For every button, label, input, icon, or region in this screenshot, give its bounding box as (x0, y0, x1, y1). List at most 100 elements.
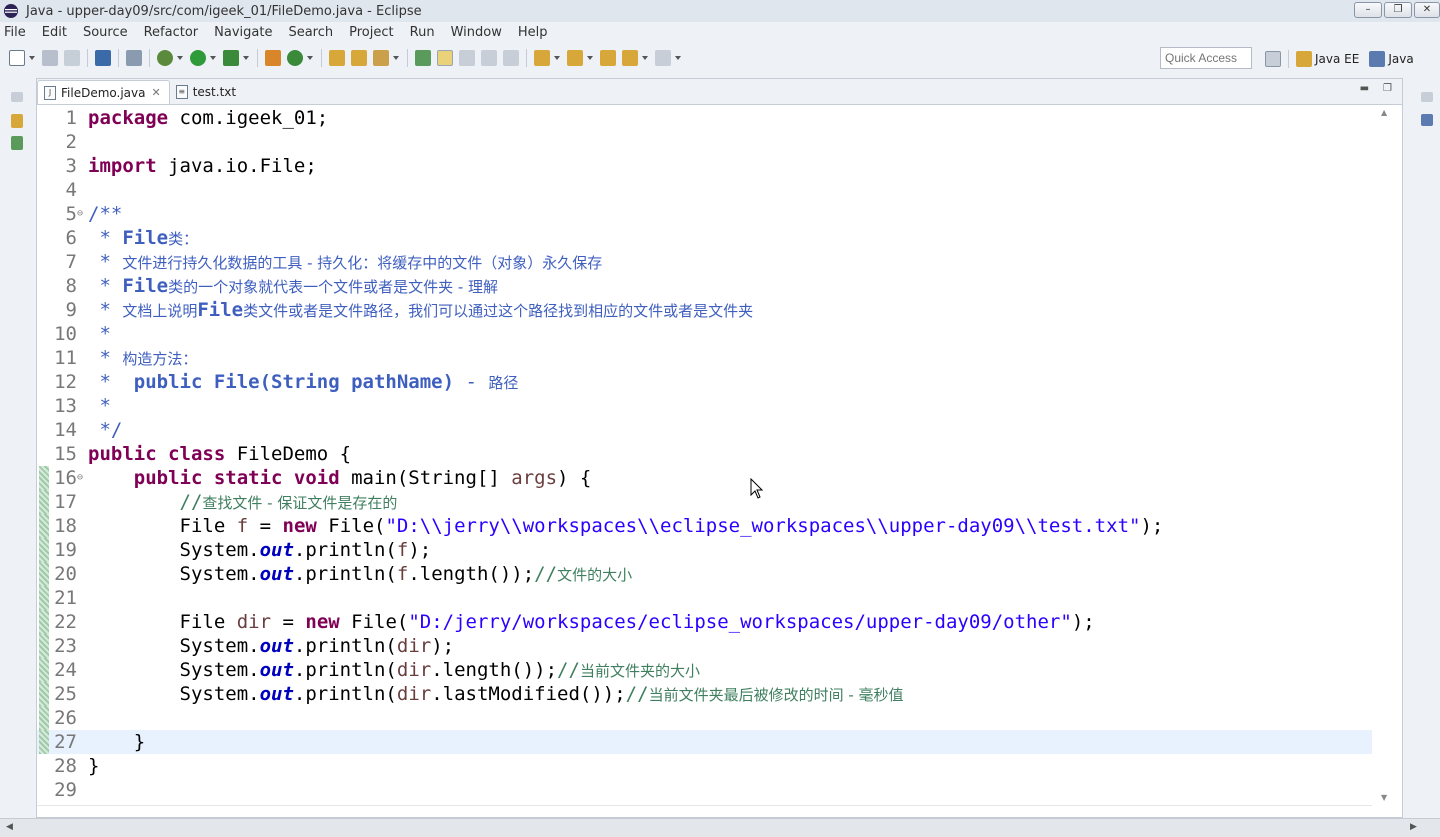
open-perspective-icon[interactable] (1265, 51, 1281, 67)
java-ee-perspective-icon[interactable] (1296, 51, 1312, 67)
code-line[interactable]: 19 System.out.println(f); (37, 538, 1372, 562)
run-icon[interactable] (190, 50, 206, 66)
next-annotation-dropdown-icon[interactable] (554, 56, 560, 60)
code-line[interactable]: 28} (37, 754, 1372, 778)
menu-help[interactable]: Help (510, 25, 556, 40)
code-line[interactable]: 16 ⊖ public static void main(String[] arg… (37, 466, 1372, 490)
minimize-button[interactable]: – (1354, 2, 1382, 18)
code-line[interactable]: 8 * File类的一个对象就代表一个文件或者是文件夹 - 理解 (37, 274, 1372, 298)
new-java-project-icon[interactable] (265, 50, 281, 66)
code-line[interactable]: 4 (37, 178, 1372, 202)
code-line[interactable]: 3 import java.io.File; (37, 154, 1372, 178)
menu-project[interactable]: Project (341, 25, 401, 40)
perspective-java[interactable]: Java (1388, 52, 1413, 66)
code-line[interactable]: 22 File dir = new File("D:/jerry/workspa… (37, 610, 1372, 634)
code-line[interactable]: 13 * (37, 394, 1372, 418)
menu-edit[interactable]: Edit (34, 25, 75, 40)
show-whitespace-icon[interactable] (481, 50, 497, 66)
toggle-ant-icon[interactable] (415, 50, 431, 66)
menu-file[interactable]: File (0, 25, 34, 40)
java-perspective-icon[interactable] (1369, 51, 1386, 67)
back-dropdown-icon[interactable] (642, 56, 648, 60)
last-edit-location-icon[interactable] (600, 50, 616, 66)
code-line[interactable]: 24 System.out.println(dir.length());//当前… (37, 658, 1372, 682)
save-all-icon[interactable] (64, 50, 80, 66)
code-line[interactable]: 10 * (37, 322, 1372, 346)
fold-toggle-icon[interactable]: ⊖ (77, 466, 87, 490)
forward-dropdown-icon[interactable] (675, 56, 681, 60)
run-dropdown-icon[interactable] (210, 56, 216, 60)
code-line[interactable]: 14 */ (37, 418, 1372, 442)
code-line[interactable]: 18 File f = new File("D:\\jerry\\workspa… (37, 514, 1372, 538)
menu-source[interactable]: Source (75, 25, 136, 40)
toggle-block-selection-icon[interactable] (459, 50, 475, 66)
restore-view-icon[interactable] (11, 92, 23, 102)
back-icon[interactable] (622, 50, 638, 66)
code-line[interactable]: 12 * public File(String pathName) - 路径 (37, 370, 1372, 394)
search-icon[interactable] (373, 50, 389, 66)
previous-annotation-icon[interactable] (567, 50, 583, 66)
code-line[interactable]: 5 ⊖/** (37, 202, 1372, 226)
quick-access-input[interactable] (1160, 47, 1252, 69)
menu-window[interactable]: Window (443, 25, 510, 40)
scroll-down-arrow-icon[interactable]: ▼ (1381, 793, 1387, 802)
debug-icon[interactable] (157, 50, 173, 66)
code-line[interactable]: 21 (37, 586, 1372, 610)
forward-icon[interactable] (655, 50, 671, 66)
scroll-left-arrow-icon[interactable]: ◀ (6, 822, 13, 832)
outline-view-icon[interactable] (1421, 114, 1433, 126)
menu-refactor[interactable]: Refactor (136, 25, 207, 40)
previous-annotation-dropdown-icon[interactable] (587, 56, 593, 60)
close-tab-icon[interactable]: ✕ (151, 86, 160, 99)
search-dropdown-icon[interactable] (393, 56, 399, 60)
fold-toggle-icon[interactable]: ⊖ (77, 202, 87, 226)
new-class-dropdown-icon[interactable] (307, 56, 313, 60)
external-tools-icon[interactable] (223, 50, 239, 66)
debug-dropdown-icon[interactable] (177, 56, 183, 60)
code-line[interactable]: 25 System.out.println(dir.lastModified()… (37, 682, 1372, 706)
new-dropdown-icon[interactable] (29, 56, 35, 60)
open-task-icon[interactable] (351, 50, 367, 66)
minimize-editor-icon[interactable]: ▬ (1360, 83, 1369, 94)
open-console-icon[interactable] (95, 50, 111, 66)
code-line[interactable]: 6 * File类： (37, 226, 1372, 250)
code-line[interactable]: 27 } (37, 730, 1372, 754)
menu-run[interactable]: Run (402, 25, 443, 40)
restore-right-view-icon[interactable] (1421, 92, 1433, 102)
code-line[interactable]: 2 (37, 130, 1372, 154)
scroll-right-arrow-icon[interactable]: ▶ (1410, 822, 1417, 832)
external-tools-dropdown-icon[interactable] (243, 56, 249, 60)
tab-test-txt[interactable]: ≡ test.txt (170, 80, 244, 104)
code-line[interactable]: 11 * 构造方法： (37, 346, 1372, 370)
skip-breakpoints-icon[interactable] (126, 50, 142, 66)
type-hierarchy-icon[interactable] (11, 136, 23, 150)
code-line[interactable]: 23 System.out.println(dir); (37, 634, 1372, 658)
maximize-button[interactable]: ❐ (1384, 2, 1412, 18)
code-line[interactable]: 7 * 文件进行持久化数据的工具 - 持久化：将缓存中的文件（对象）永久保存 (37, 250, 1372, 274)
new-java-class-icon[interactable] (287, 50, 303, 66)
show-paragraph-icon[interactable] (503, 50, 519, 66)
code-line[interactable]: 15 public class FileDemo { (37, 442, 1372, 466)
next-annotation-icon[interactable] (534, 50, 550, 66)
vertical-scrollbar[interactable]: ▲ ▼ (1373, 106, 1401, 804)
code-line[interactable]: 20 System.out.println(f.length());//文件的大… (37, 562, 1372, 586)
code-line[interactable]: 1 package com.igeek_01; (37, 106, 1372, 130)
menu-navigate[interactable]: Navigate (206, 25, 280, 40)
eclipse-app-icon[interactable] (2, 2, 20, 20)
open-type-icon[interactable] (329, 50, 345, 66)
scroll-up-arrow-icon[interactable]: ▲ (1381, 108, 1387, 117)
code-line[interactable]: 17 //查找文件 - 保证文件是存在的 (37, 490, 1372, 514)
toggle-mark-occurrences-icon[interactable] (437, 50, 453, 66)
save-icon[interactable] (42, 50, 58, 66)
code-line[interactable]: 26 (37, 706, 1372, 730)
code-line[interactable]: 29 (37, 778, 1372, 802)
package-explorer-icon[interactable] (11, 114, 23, 128)
code-line[interactable]: 9 * 文档上说明File类文件或者是文件路径，我们可以通过这个路径找到相应的文… (37, 298, 1372, 322)
maximize-editor-icon[interactable]: ❐ (1383, 83, 1392, 94)
perspective-java-ee[interactable]: Java EE (1315, 52, 1359, 66)
code-editor[interactable]: 1 package com.igeek_01; 2 3 import java.io.F… (37, 106, 1372, 804)
menu-search[interactable]: Search (280, 25, 341, 40)
tab-filedemo-java[interactable]: J FileDemo.java ✕ (37, 80, 170, 104)
new-icon[interactable] (9, 50, 25, 66)
horizontal-scrollbar[interactable] (37, 805, 1372, 817)
